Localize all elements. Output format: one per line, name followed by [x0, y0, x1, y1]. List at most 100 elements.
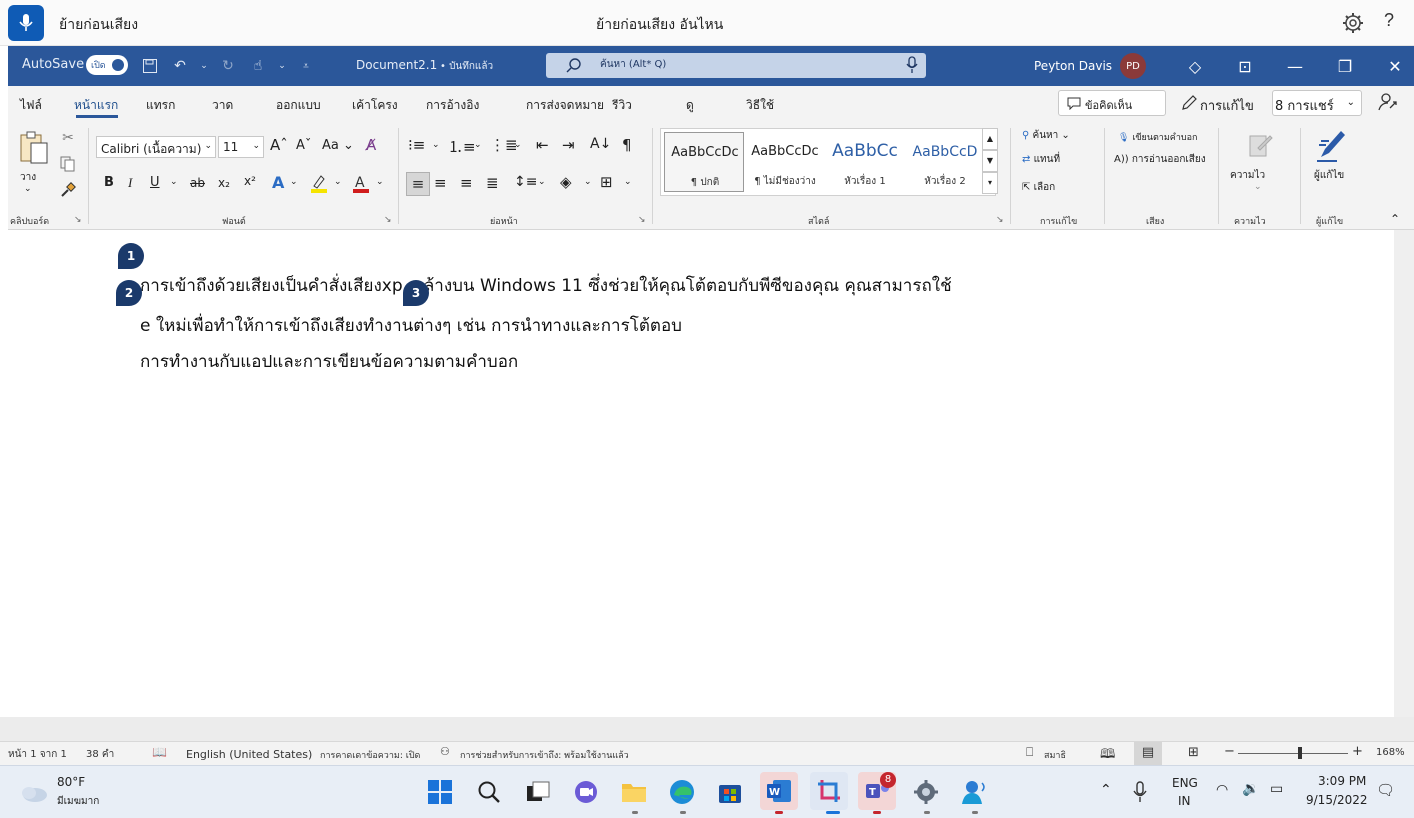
- zoom-in-icon[interactable]: +: [1352, 744, 1363, 759]
- avatar[interactable]: PD: [1120, 53, 1146, 79]
- chevron-down-icon[interactable]: ⌄: [1254, 182, 1262, 192]
- gear-icon[interactable]: [1342, 12, 1364, 34]
- style-normal[interactable]: AaBbCcDc ¶ ปกติ: [664, 132, 744, 192]
- chevron-down-icon[interactable]: ▼: [982, 150, 998, 172]
- proofing-icon[interactable]: 📖: [152, 745, 167, 759]
- cut-icon[interactable]: ✂: [58, 128, 78, 148]
- document-line-3[interactable]: การทำงานกับแอปและการเขียนข้อความตามคำบอก: [140, 348, 518, 375]
- voice-number-badge-2[interactable]: 2: [116, 280, 142, 306]
- sort-icon[interactable]: A↓: [590, 136, 611, 152]
- align-left-icon[interactable]: ≡: [406, 172, 430, 196]
- subscript-icon[interactable]: x₂: [218, 176, 230, 190]
- tab-view[interactable]: ดู: [686, 96, 694, 115]
- dialog-launcher-icon[interactable]: ↘: [638, 215, 646, 225]
- snipping-tool-icon[interactable]: [810, 772, 848, 810]
- document-line-1[interactable]: การเข้าถึงด้วยเสียงเป็นคำสั่งเสียงxp o ล…: [140, 272, 952, 299]
- undo-icon[interactable]: ↶: [170, 56, 190, 76]
- dictate-button[interactable]: 🎙 เขียนตามคำบอก: [1118, 130, 1197, 144]
- battery-icon[interactable]: ▭: [1270, 781, 1283, 797]
- dialog-launcher-icon[interactable]: ↘: [384, 215, 392, 225]
- chevron-down-icon[interactable]: ⌄: [432, 140, 440, 150]
- voice-number-badge-3[interactable]: 3: [403, 280, 429, 306]
- style-heading-2[interactable]: AaBbCcD หัวเรื่อง 2: [905, 132, 985, 192]
- restore-icon[interactable]: ❐: [1320, 54, 1370, 78]
- tab-file[interactable]: ไฟล์: [20, 96, 42, 115]
- chevron-down-icon[interactable]: ⌄: [376, 177, 384, 187]
- copy-icon[interactable]: [58, 154, 78, 174]
- zoom-out-icon[interactable]: −: [1224, 744, 1235, 759]
- input-region[interactable]: IN: [1178, 794, 1191, 808]
- chevron-down-icon[interactable]: ⌄: [624, 177, 632, 187]
- coauthor-icon[interactable]: [1378, 92, 1398, 112]
- text-effects-icon[interactable]: A: [272, 173, 284, 192]
- voice-access-mic-button[interactable]: [8, 5, 44, 41]
- vertical-scrollbar[interactable]: [1394, 230, 1414, 718]
- chevron-down-icon[interactable]: ⌄: [170, 177, 178, 187]
- chevron-down-icon[interactable]: ⌄: [538, 177, 546, 187]
- numbering-icon[interactable]: ⒈≡: [448, 136, 476, 157]
- tab-draw[interactable]: วาด: [212, 96, 233, 115]
- justify-icon[interactable]: ≣: [486, 174, 499, 192]
- store-icon[interactable]: [714, 776, 746, 808]
- tab-references[interactable]: การอ้างอิง: [426, 96, 479, 115]
- clock-time[interactable]: 3:09 PM: [1318, 774, 1366, 788]
- weather-icon[interactable]: [18, 776, 50, 808]
- task-view-icon[interactable]: [522, 776, 554, 808]
- file-explorer-icon[interactable]: [618, 776, 650, 808]
- chat-icon[interactable]: [570, 776, 602, 808]
- highlight-icon[interactable]: [308, 172, 330, 194]
- touch-mode-icon[interactable]: ☝: [248, 56, 268, 76]
- word-count[interactable]: 38 คำ: [86, 747, 114, 762]
- replace-button[interactable]: ⇄ แทนที่: [1022, 152, 1060, 167]
- help-icon[interactable]: ?: [1384, 10, 1394, 31]
- text-predictions-status[interactable]: การคาดเดาข้อความ: เปิด: [320, 748, 420, 762]
- show-marks-icon[interactable]: ¶: [622, 136, 632, 154]
- zoom-slider-thumb[interactable]: [1297, 747, 1302, 759]
- editing-mode-button[interactable]: การแก้ไข: [1176, 90, 1270, 116]
- tab-design[interactable]: ออกแบบ: [276, 96, 321, 115]
- align-right-icon[interactable]: ≡: [460, 174, 473, 192]
- page-count[interactable]: หน้า 1 จาก 1: [8, 747, 67, 762]
- share-button[interactable]: 8 การแชร์ ⌄: [1272, 90, 1362, 116]
- editor-button[interactable]: ผู้แก้ไข: [1314, 168, 1344, 183]
- dialog-launcher-icon[interactable]: ↘: [74, 215, 82, 225]
- chevron-down-icon[interactable]: ⌄: [474, 140, 482, 150]
- decrease-indent-icon[interactable]: ⇤: [536, 136, 549, 154]
- language-status[interactable]: English (United States): [186, 748, 312, 761]
- editor-icon[interactable]: [1314, 126, 1350, 164]
- style-no-spacing[interactable]: AaBbCcDc ¶ ไม่มีช่องว่าง: [745, 132, 825, 192]
- zoom-slider[interactable]: [1238, 753, 1348, 754]
- accessibility-status[interactable]: การช่วยสำหรับการเข้าถึง: พร้อมใช้งานแล้ว: [460, 748, 629, 762]
- chevron-down-icon[interactable]: ⌄: [290, 177, 298, 187]
- volume-icon[interactable]: 🔉: [1242, 781, 1259, 797]
- input-language[interactable]: ENG: [1172, 776, 1198, 790]
- increase-indent-icon[interactable]: ⇥: [562, 136, 575, 154]
- focus-label[interactable]: สมาธิ: [1044, 748, 1066, 762]
- comments-button[interactable]: ข้อคิดเห็น: [1058, 90, 1166, 116]
- start-icon[interactable]: [424, 776, 456, 808]
- tab-mailings[interactable]: การส่งจดหมาย: [526, 96, 604, 115]
- strikethrough-icon[interactable]: ab: [190, 176, 205, 190]
- focus-icon[interactable]: ⎕: [1026, 745, 1033, 760]
- clock-date[interactable]: 9/15/2022: [1306, 793, 1368, 807]
- read-mode-icon[interactable]: 🕮: [1100, 745, 1115, 767]
- more-styles-icon[interactable]: ▾: [982, 172, 998, 194]
- sensitivity-button[interactable]: ความไว: [1230, 168, 1265, 183]
- voice-access-icon[interactable]: [958, 776, 990, 808]
- close-icon[interactable]: ✕: [1370, 54, 1414, 78]
- wifi-icon[interactable]: ◠: [1216, 782, 1228, 798]
- microphone-icon[interactable]: [1128, 776, 1152, 808]
- autosave-toggle[interactable]: เปิด: [86, 55, 128, 75]
- chevron-down-icon[interactable]: ⌄: [584, 177, 592, 187]
- tab-review[interactable]: รีวิว: [612, 96, 632, 115]
- format-painter-icon[interactable]: [58, 180, 78, 200]
- voice-number-badge-1[interactable]: 1: [118, 243, 144, 269]
- line-spacing-icon[interactable]: ↕≡: [514, 174, 537, 190]
- font-size-combo[interactable]: 11 ⌄: [218, 136, 264, 158]
- dialog-launcher-icon[interactable]: ↘: [996, 215, 1004, 225]
- superscript-icon[interactable]: x²: [244, 174, 256, 188]
- font-name-combo[interactable]: Calibri (เนื้อความ) ⌄: [96, 136, 216, 158]
- paste-icon[interactable]: [16, 128, 52, 168]
- styles-scroll[interactable]: ▲ ▼ ▾: [982, 128, 998, 196]
- word-icon[interactable]: W: [760, 772, 798, 810]
